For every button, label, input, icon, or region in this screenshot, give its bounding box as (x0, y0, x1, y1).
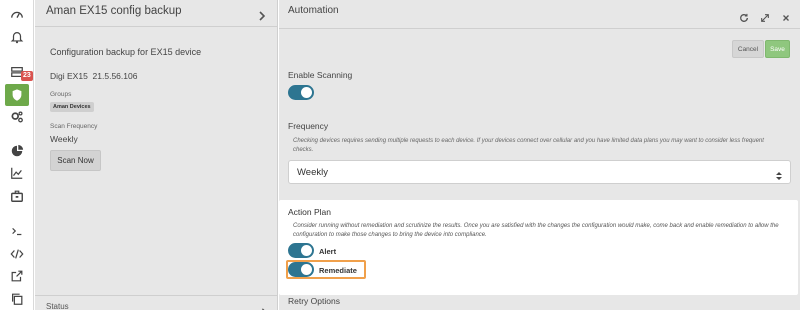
device-model: Digi EX15 (50, 71, 88, 81)
action-plan-card: Action Plan Consider running without rem… (279, 200, 798, 295)
expand-icon[interactable] (760, 10, 770, 22)
frequency-label: Frequency (288, 121, 329, 131)
pie-chart-icon[interactable] (6, 141, 28, 161)
remediate-toggle[interactable] (288, 262, 314, 277)
status-section[interactable]: Status (35, 295, 278, 310)
groups-label: Groups (50, 91, 72, 98)
device-panel: Aman EX15 config backup Configuration ba… (35, 0, 278, 310)
cancel-button[interactable]: Cancel (732, 40, 764, 58)
sort-arrows-icon (775, 168, 783, 180)
line-chart-icon[interactable] (6, 163, 28, 183)
code-icon[interactable] (6, 244, 28, 264)
retry-options-label[interactable]: Retry Options (288, 296, 340, 306)
frequency-help-line-1: Checking devices requires sending multip… (293, 138, 764, 144)
device-panel-title: Aman EX15 config backup (46, 5, 182, 17)
close-icon[interactable] (781, 10, 791, 21)
bell-icon[interactable] (6, 27, 28, 47)
device-model-firmware: Digi EX15 21.5.56.106 (50, 71, 137, 81)
device-panel-header: Aman EX15 config backup (35, 0, 278, 27)
status-label: Status (46, 302, 69, 310)
enable-scanning-label: Enable Scanning (288, 70, 353, 80)
chevron-right-icon[interactable] (257, 9, 267, 21)
shield-icon[interactable] (5, 84, 29, 106)
save-button[interactable]: Save (765, 40, 790, 58)
action-plan-title: Action Plan (288, 207, 331, 217)
frequency-help-line-2: checks. (293, 147, 314, 153)
automation-header: Automation (279, 0, 800, 29)
refresh-icon[interactable] (739, 10, 749, 22)
alert-toggle[interactable] (288, 243, 314, 258)
frequency-select[interactable]: Weekly (288, 160, 791, 184)
external-link-icon[interactable] (6, 266, 28, 286)
device-firmware: 21.5.56.106 (92, 71, 138, 81)
scan-now-button[interactable]: Scan Now (50, 150, 101, 171)
chevron-right-icon[interactable] (260, 303, 268, 310)
icon-rail: 23 (0, 0, 34, 310)
automation-title: Automation (288, 5, 339, 16)
scan-frequency-value: Weekly (50, 134, 78, 144)
scan-frequency-label: Scan Frequency (50, 123, 98, 130)
action-plan-help: Consider running without remediation and… (293, 223, 779, 238)
dashboard-gauge-icon[interactable] (6, 5, 28, 25)
frequency-select-value: Weekly (297, 167, 328, 178)
alerts-count-badge: 23 (21, 71, 33, 81)
group-tag[interactable]: Aman Devices (50, 102, 94, 112)
device-panel-heading: Configuration backup for EX15 device (50, 47, 202, 57)
briefcase-icon[interactable] (6, 186, 28, 206)
copy-icon[interactable] (6, 289, 28, 309)
alert-label: Alert (319, 247, 337, 256)
remediate-label: Remediate (319, 266, 357, 275)
terminal-icon[interactable] (6, 221, 28, 241)
enable-scanning-toggle[interactable] (288, 85, 314, 100)
gears-icon[interactable] (6, 107, 28, 127)
